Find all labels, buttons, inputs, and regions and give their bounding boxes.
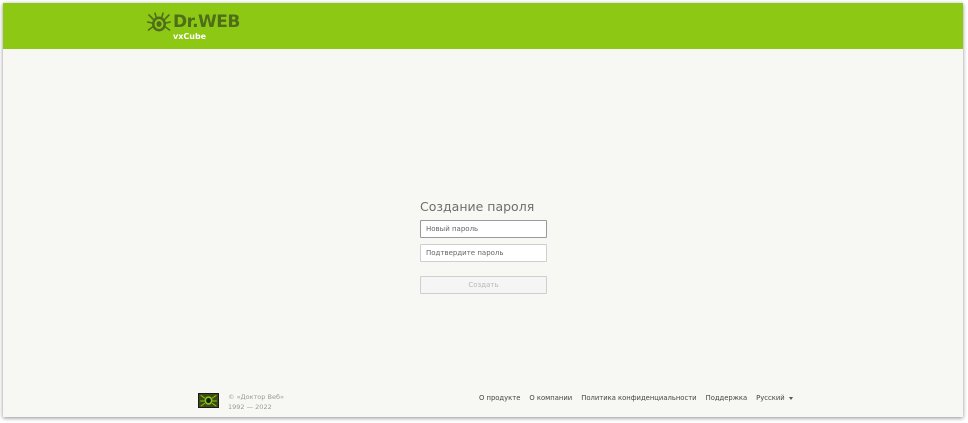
language-selector[interactable]: Русский	[756, 392, 793, 404]
language-label: Русский	[756, 394, 785, 402]
new-password-input[interactable]	[420, 220, 547, 238]
logo-subtitle: vxCube	[173, 32, 207, 41]
privacy-policy-link[interactable]: Политика конфиденциальности	[581, 392, 696, 404]
logo-title: Dr.WEB	[173, 12, 240, 32]
drweb-spider-icon	[147, 12, 171, 32]
confirm-password-input[interactable]	[420, 244, 547, 262]
copyright: © «Доктор Веб» 1992 — 2022	[228, 392, 284, 412]
support-link[interactable]: Поддержка	[706, 392, 748, 404]
about-product-link[interactable]: О продукте	[479, 392, 520, 404]
browser-viewport: Dr.WEB vxCube Создание пароля Создать © …	[3, 3, 963, 417]
about-company-link[interactable]: О компании	[529, 392, 572, 404]
page-header: Dr.WEB vxCube	[3, 3, 963, 49]
create-password-form: Создание пароля Создать	[420, 199, 548, 294]
drweb-logo[interactable]: Dr.WEB vxCube	[147, 12, 247, 42]
caret-down-icon	[788, 396, 793, 400]
drweb-spider-badge-icon	[198, 393, 219, 408]
form-title: Создание пароля	[420, 199, 535, 214]
footer-nav: О продукте О компании Политика конфиденц…	[479, 392, 793, 404]
copyright-line1: © «Доктор Веб»	[228, 393, 284, 401]
copyright-years: 1992 — 2022	[228, 403, 272, 411]
create-button[interactable]: Создать	[420, 276, 547, 294]
